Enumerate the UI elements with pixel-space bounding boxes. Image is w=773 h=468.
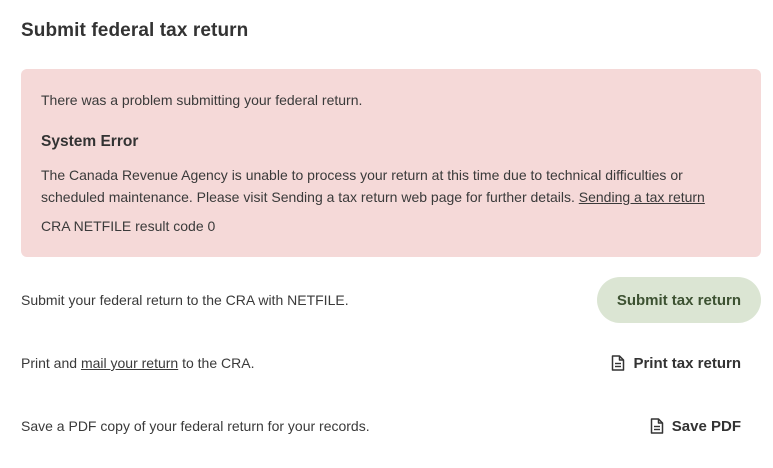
- print-description: Print and mail your return to the CRA.: [21, 355, 254, 371]
- error-intro: There was a problem submitting your fede…: [41, 92, 363, 108]
- error-alert: There was a problem submitting your fede…: [21, 69, 761, 257]
- submit-description: Submit your federal return to the CRA wi…: [21, 292, 349, 308]
- print-tax-return-button[interactable]: Print tax return: [591, 340, 761, 386]
- page-title: Submit federal tax return: [21, 20, 249, 41]
- sending-tax-return-link[interactable]: Sending a tax return: [579, 189, 705, 205]
- save-pdf-button[interactable]: Save PDF: [630, 403, 761, 449]
- document-icon: [650, 418, 664, 434]
- page: Submit federal tax return There was a pr…: [0, 0, 773, 468]
- error-heading: System Error: [41, 133, 139, 150]
- print-description-prefix: Print and: [21, 355, 78, 371]
- save-description: Save a PDF copy of your federal return f…: [21, 418, 370, 434]
- save-row: Save a PDF copy of your federal return f…: [21, 403, 761, 449]
- error-message: The Canada Revenue Agency is unable to p…: [41, 164, 746, 208]
- print-description-suffix: to the CRA.: [182, 355, 255, 371]
- save-pdf-label: Save PDF: [671, 417, 741, 435]
- result-code: CRA NETFILE result code 0: [41, 218, 216, 234]
- mail-your-return-link[interactable]: mail your return: [81, 355, 178, 371]
- document-icon: [611, 355, 625, 371]
- submit-row: Submit your federal return to the CRA wi…: [21, 277, 761, 323]
- print-tax-return-label: Print tax return: [633, 354, 741, 372]
- submit-tax-return-button[interactable]: Submit tax return: [596, 277, 761, 323]
- print-row: Print and mail your return to the CRA. P…: [21, 340, 761, 386]
